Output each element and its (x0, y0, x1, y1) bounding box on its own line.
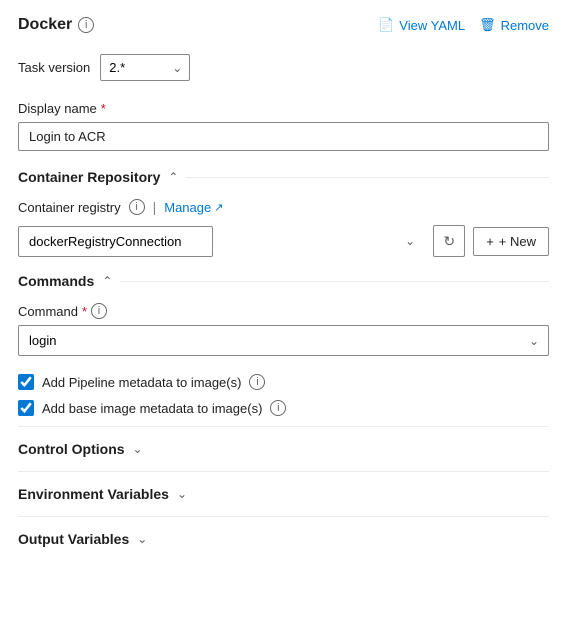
command-dropdown-wrapper: login build push buildAndPush ⌄ (18, 325, 549, 356)
checkbox-pipeline-metadata-row: Add Pipeline metadata to image(s) i (18, 374, 549, 390)
output-variables-chevron: ⌄ (137, 532, 147, 546)
external-link-icon: ↗ (214, 201, 223, 214)
container-repository-chevron[interactable]: ⌃ (168, 170, 178, 184)
task-version-select[interactable]: 2.* 1.* 0.* (100, 54, 190, 81)
control-options-header[interactable]: Control Options ⌄ (18, 441, 549, 457)
registry-chevron: ⌄ (405, 234, 415, 248)
output-variables-title: Output Variables (18, 531, 129, 547)
display-name-section: Display name * (18, 101, 549, 151)
manage-link[interactable]: Manage ↗ (164, 200, 223, 215)
commands-section: Commands ⌃ Command * i login build push … (18, 273, 549, 416)
pipeline-metadata-info-icon[interactable]: i (249, 374, 265, 390)
environment-variables-chevron: ⌄ (177, 487, 187, 501)
remove-icon: 🗑 (479, 17, 496, 33)
control-options-chevron: ⌄ (133, 442, 143, 456)
new-plus-icon: + (486, 234, 494, 249)
docker-info-icon[interactable]: i (78, 17, 94, 33)
header-row: Docker i 📄 View YAML 🗑 Remove (18, 16, 549, 34)
display-name-required: * (101, 101, 106, 116)
header-left: Docker i (18, 16, 94, 34)
view-yaml-link[interactable]: 📄 View YAML (378, 17, 465, 33)
registry-dropdown-row: dockerRegistryConnection ⌄ ↻ + + New (18, 225, 549, 257)
page-title: Docker (18, 16, 72, 34)
environment-variables-header[interactable]: Environment Variables ⌄ (18, 486, 549, 502)
container-registry-label-row: Container registry i | Manage ↗ (18, 199, 549, 215)
control-options-title: Control Options (18, 441, 125, 457)
command-info-icon[interactable]: i (91, 303, 107, 319)
commands-line (120, 281, 549, 282)
registry-dropdown-wrapper: dockerRegistryConnection ⌄ (18, 226, 425, 257)
add-base-image-metadata-label[interactable]: Add base image metadata to image(s) (42, 401, 262, 416)
base-image-metadata-info-icon[interactable]: i (270, 400, 286, 416)
refresh-button[interactable]: ↻ (433, 225, 465, 257)
divider: | (153, 199, 157, 215)
container-repository-title: Container Repository (18, 169, 160, 185)
task-version-label: Task version (18, 60, 90, 75)
checkbox-base-image-metadata-row: Add base image metadata to image(s) i (18, 400, 549, 416)
container-registry-info-icon[interactable]: i (129, 199, 145, 215)
display-name-input[interactable] (18, 122, 549, 151)
command-label: Command * i (18, 303, 549, 319)
container-repository-line (186, 177, 549, 178)
container-repository-header: Container Repository ⌃ (18, 169, 549, 185)
header-actions: 📄 View YAML 🗑 Remove (378, 17, 549, 33)
new-button[interactable]: + + New (473, 227, 549, 256)
commands-title: Commands (18, 273, 94, 289)
container-registry-label: Container registry (18, 200, 121, 215)
container-repository-section: Container Repository ⌃ Container registr… (18, 169, 549, 257)
output-variables-section: Output Variables ⌄ (18, 516, 549, 561)
yaml-icon: 📄 (378, 17, 394, 33)
command-field-section: Command * i login build push buildAndPus… (18, 303, 549, 356)
display-name-label: Display name * (18, 101, 549, 116)
task-version-wrapper: 2.* 1.* 0.* ⌄ (100, 54, 190, 81)
command-select[interactable]: login build push buildAndPush (18, 325, 549, 356)
add-pipeline-metadata-checkbox[interactable] (18, 374, 34, 390)
registry-select[interactable]: dockerRegistryConnection (18, 226, 213, 257)
environment-variables-title: Environment Variables (18, 486, 169, 502)
add-base-image-metadata-checkbox[interactable] (18, 400, 34, 416)
remove-link[interactable]: 🗑 Remove (479, 17, 549, 33)
command-required-star: * (82, 304, 87, 319)
output-variables-header[interactable]: Output Variables ⌄ (18, 531, 549, 547)
commands-chevron[interactable]: ⌃ (102, 274, 112, 288)
commands-header: Commands ⌃ (18, 273, 549, 289)
control-options-section: Control Options ⌄ (18, 426, 549, 471)
add-pipeline-metadata-label[interactable]: Add Pipeline metadata to image(s) (42, 375, 241, 390)
environment-variables-section: Environment Variables ⌄ (18, 471, 549, 516)
task-version-row: Task version 2.* 1.* 0.* ⌄ (18, 54, 549, 81)
